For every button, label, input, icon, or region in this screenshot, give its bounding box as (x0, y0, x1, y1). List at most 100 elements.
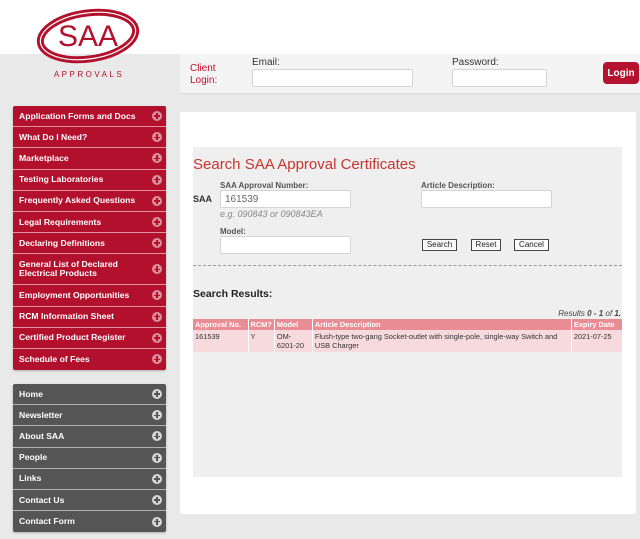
nav-item-label: Certified Product Register (19, 332, 126, 343)
nav-item-label: General List of Declared Electrical Prod… (19, 259, 118, 279)
email-field[interactable] (252, 69, 413, 87)
nav-item-label: What Do I Need? (19, 131, 88, 142)
results-count-of: of (605, 309, 613, 318)
nav-item-certified-register[interactable]: Certified Product Register (13, 327, 166, 349)
nav-item-people[interactable]: People (13, 447, 166, 469)
nav-item-employment[interactable]: Employment Opportunities (13, 285, 166, 307)
table-row[interactable]: 161539 Y OM-6201-20 Flush-type two-gang … (193, 330, 622, 352)
column-header-approval-no[interactable]: Approval No. (193, 319, 249, 330)
email-label: Email: (252, 57, 280, 68)
plus-circle-icon (152, 174, 162, 185)
cell-approval-no[interactable]: 161539 (193, 330, 249, 352)
table-header-row: Approval No. RCM? Model Article Descript… (193, 319, 622, 330)
nav-item-label: Contact Us (19, 494, 65, 505)
nav-item-label: People (19, 452, 48, 463)
secondary-nav: Home Newsletter About SAA People Links C… (13, 384, 166, 533)
nav-item-label: Testing Laboratories (19, 174, 104, 185)
approval-number-input[interactable] (220, 190, 351, 208)
page-title: Search SAA Approval Certificates (193, 156, 416, 173)
nav-item-faq[interactable]: Frequently Asked Questions (13, 190, 166, 212)
nav-item-label: Legal Requirements (19, 216, 102, 227)
nav-item-label: RCM Information Sheet (19, 311, 115, 322)
nav-item-label: Contact Form (19, 516, 75, 527)
nav-item-label: Marketplace (19, 152, 69, 163)
plus-circle-icon (152, 473, 162, 484)
password-label: Password: (452, 57, 499, 68)
results-count: Results 0 - 1 of 1. (558, 309, 621, 318)
nav-item-label: Schedule of Fees (19, 353, 90, 364)
reset-button[interactable]: Reset (471, 239, 501, 251)
cell-article-description: Flush-type two-gang Socket-outlet with s… (312, 330, 572, 352)
plus-circle-icon (152, 238, 162, 249)
nav-item-rcm-information[interactable]: RCM Information Sheet (13, 306, 166, 328)
section-divider (193, 265, 622, 266)
login-button[interactable]: Login (603, 62, 639, 84)
search-button[interactable]: Search (422, 239, 457, 251)
plus-circle-icon (152, 452, 162, 463)
approval-number-hint: e.g. 090843 or 090843EA (220, 209, 323, 219)
logo-text: SAA (58, 20, 118, 53)
nav-item-label: Newsletter (19, 409, 63, 420)
plus-circle-icon (152, 495, 162, 506)
results-heading: Search Results: (193, 288, 273, 300)
plus-circle-icon (152, 264, 162, 275)
nav-item-contact-form[interactable]: Contact Form (13, 511, 166, 533)
nav-item-about[interactable]: About SAA (13, 426, 166, 448)
nav-item-newsletter[interactable]: Newsletter (13, 405, 166, 427)
plus-circle-icon (152, 354, 162, 365)
approval-number-label: SAA Approval Number: (220, 181, 309, 190)
client-login-label: Client Login: (190, 63, 218, 86)
nav-item-marketplace[interactable]: Marketplace (13, 148, 166, 170)
column-header-rcm[interactable]: RCM? (248, 319, 275, 330)
nav-item-schedule-of-fees[interactable]: Schedule of Fees (13, 348, 166, 371)
results-count-prefix: Results (558, 309, 585, 318)
nav-item-label: Application Forms and Docs (19, 110, 136, 121)
password-field[interactable] (452, 69, 547, 87)
cell-model: OM-6201-20 (274, 330, 313, 352)
primary-nav: Application Forms and Docs What Do I Nee… (13, 106, 166, 371)
plus-circle-icon (152, 332, 162, 343)
plus-circle-icon (152, 389, 162, 400)
client-login-bar: Client Login: Email: Password: Login (180, 54, 640, 94)
logo-subtext: APPROVALS (54, 70, 124, 79)
plus-circle-icon (152, 516, 162, 527)
cancel-button[interactable]: Cancel (514, 239, 549, 251)
nav-item-links[interactable]: Links (13, 468, 166, 490)
nav-item-label: Frequently Asked Questions (19, 195, 136, 206)
results-table: Approval No. RCM? Model Article Descript… (193, 319, 622, 352)
cell-rcm: Y (248, 330, 275, 352)
column-header-expiry-date[interactable]: Expiry Date (571, 319, 622, 330)
article-description-input[interactable] (421, 190, 552, 208)
nav-item-label: Home (19, 388, 43, 399)
column-header-model[interactable]: Model (274, 319, 313, 330)
results-count-range: 0 - 1 (587, 309, 604, 318)
approval-prefix: SAA (193, 194, 213, 204)
plus-circle-icon (152, 410, 162, 421)
nav-item-label: Declaring Definitions (19, 237, 105, 248)
plus-circle-icon (152, 111, 162, 122)
nav-item-contact-us[interactable]: Contact Us (13, 489, 166, 512)
nav-item-label: Links (19, 473, 42, 484)
nav-item-application-forms[interactable]: Application Forms and Docs (13, 106, 166, 128)
results-count-total: 1. (614, 309, 621, 318)
nav-item-declared-products[interactable]: General List of Declared Electrical Prod… (13, 254, 166, 286)
nav-item-label: About SAA (19, 430, 65, 441)
nav-item-home[interactable]: Home (13, 384, 166, 406)
nav-item-testing-laboratories[interactable]: Testing Laboratories (13, 169, 166, 191)
nav-item-legal-requirements[interactable]: Legal Requirements (13, 211, 166, 234)
plus-circle-icon (152, 431, 162, 442)
plus-circle-icon (152, 217, 162, 228)
nav-item-label: Employment Opportunities (19, 289, 130, 300)
nav-item-what-do-i-need[interactable]: What Do I Need? (13, 127, 166, 149)
model-label: Model: (220, 227, 246, 236)
column-header-article-description[interactable]: Article Description (312, 319, 572, 330)
plus-circle-icon (152, 132, 162, 143)
plus-circle-icon (152, 290, 162, 301)
model-input[interactable] (220, 236, 351, 254)
plus-circle-icon (152, 153, 162, 164)
cell-expiry-date: 2021-07-25 (571, 330, 622, 352)
saa-logo[interactable]: SAA APPROVALS (34, 6, 142, 84)
plus-circle-icon (152, 311, 162, 322)
nav-item-declaring-definitions[interactable]: Declaring Definitions (13, 233, 166, 255)
plus-circle-icon (152, 195, 162, 206)
